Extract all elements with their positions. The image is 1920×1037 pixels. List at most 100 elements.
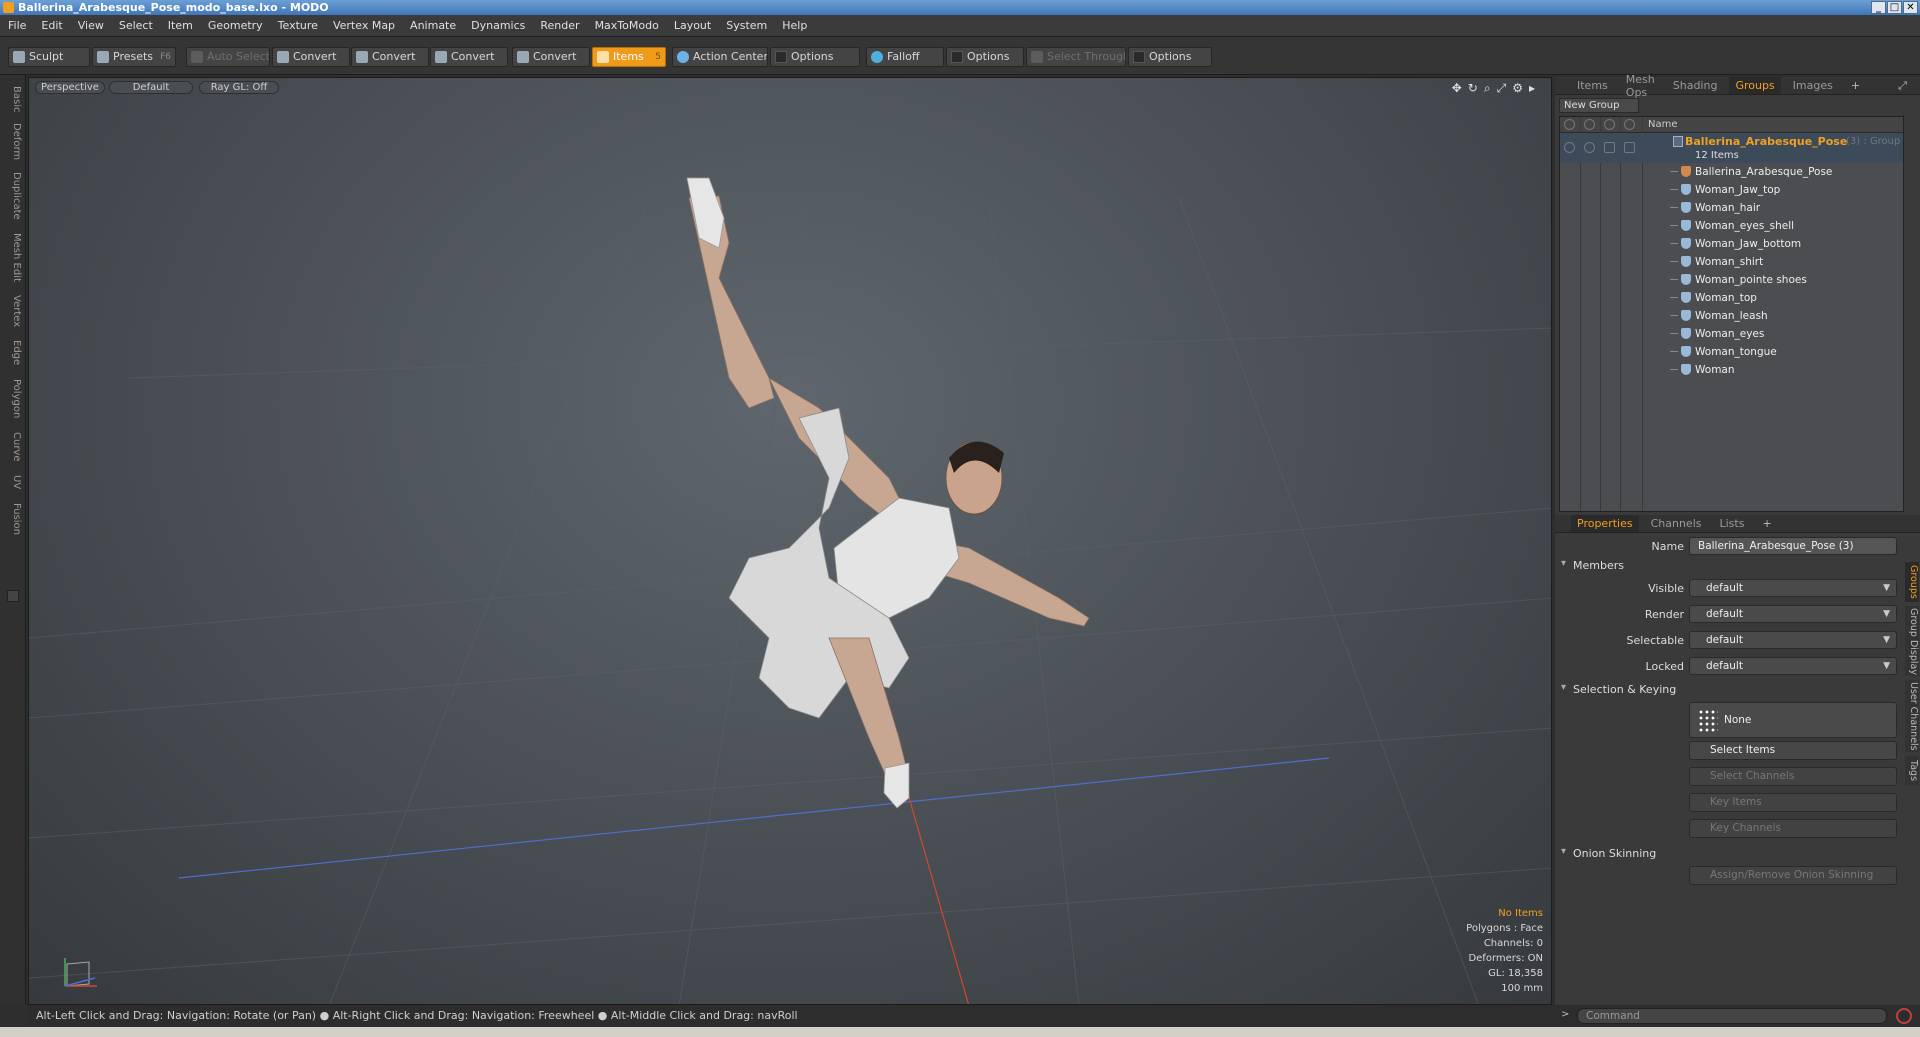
- panel-expand-icon[interactable]: ⤢: [1898, 79, 1907, 93]
- list-item[interactable]: Woman_tongue: [1560, 343, 1903, 361]
- options-checkbox[interactable]: [951, 51, 963, 63]
- list-item[interactable]: Woman_Jaw_bottom: [1560, 235, 1903, 253]
- menu-view[interactable]: View: [78, 19, 104, 32]
- menu-geometry[interactable]: Geometry: [208, 19, 263, 32]
- group-select-checkbox[interactable]: [1604, 142, 1615, 153]
- tab-deform[interactable]: Deform: [4, 121, 22, 163]
- new-group-button[interactable]: New Group: [1559, 98, 1639, 113]
- convert-polygons-button[interactable]: Convert: [430, 47, 508, 67]
- lock-icon[interactable]: [1624, 119, 1635, 130]
- menu-edit[interactable]: Edit: [41, 19, 62, 32]
- list-item[interactable]: Ballerina_Arabesque_Pose: [1560, 163, 1903, 181]
- add-tab-icon[interactable]: +: [1851, 79, 1860, 92]
- group-lock-checkbox[interactable]: [1624, 142, 1635, 153]
- add-tab-icon[interactable]: +: [1762, 517, 1771, 530]
- maximize-viewport-icon[interactable]: ⤢: [1497, 81, 1507, 96]
- action-center-button[interactable]: Action Center: [672, 47, 768, 67]
- menu-maxtomodo[interactable]: MaxToModo: [595, 19, 659, 32]
- tab-shading[interactable]: Shading: [1673, 79, 1718, 92]
- render-dropdown[interactable]: default ▼: [1689, 605, 1897, 623]
- convert-materials-button[interactable]: Convert: [512, 47, 590, 67]
- menu-system[interactable]: System: [726, 19, 767, 32]
- menu-animate[interactable]: Animate: [410, 19, 456, 32]
- select-through-button[interactable]: Select Through: [1026, 47, 1126, 67]
- side-tab-groups[interactable]: Groups: [1905, 562, 1919, 602]
- selection-keying-section[interactable]: Selection & Keying: [1559, 682, 1904, 699]
- tab-fusion[interactable]: Fusion: [4, 499, 22, 539]
- falloff-button[interactable]: Falloff: [866, 47, 944, 67]
- tab-vertex[interactable]: Vertex: [4, 291, 22, 331]
- list-item[interactable]: Woman_eyes_shell: [1560, 217, 1903, 235]
- zoom-icon[interactable]: ⌕: [1484, 81, 1491, 96]
- minimize-icon[interactable]: _: [1871, 1, 1886, 14]
- tab-uv[interactable]: UV: [4, 471, 22, 493]
- menu-texture[interactable]: Texture: [278, 19, 318, 32]
- menu-file[interactable]: File: [8, 19, 26, 32]
- select-channels-button[interactable]: Select Channels: [1689, 767, 1897, 786]
- sculpt-button[interactable]: Sculpt: [8, 47, 90, 67]
- 3d-viewport[interactable]: Perspective Default Ray GL: Off ✥ ↻ ⌕ ⤢ …: [28, 77, 1552, 1005]
- pan-icon[interactable]: ✥: [1452, 81, 1462, 96]
- locked-dropdown[interactable]: default ▼: [1689, 657, 1897, 675]
- list-item[interactable]: Woman_shirt: [1560, 253, 1903, 271]
- list-item[interactable]: Woman_leash: [1560, 307, 1903, 325]
- assign-onion-skinning-button[interactable]: Assign/Remove Onion Skinning: [1689, 866, 1897, 885]
- ballerina-model[interactable]: [686, 177, 1090, 809]
- visibility-eye-icon[interactable]: [1564, 119, 1575, 130]
- view-type-dropdown[interactable]: Perspective: [35, 81, 105, 94]
- key-channels-button[interactable]: Key Channels: [1689, 819, 1897, 838]
- select-lock-icon[interactable]: [1604, 119, 1615, 130]
- close-icon[interactable]: ✕: [1903, 1, 1918, 14]
- menu-help[interactable]: Help: [782, 19, 807, 32]
- tab-groups[interactable]: Groups: [1729, 77, 1781, 94]
- list-item[interactable]: Woman_Jaw_top: [1560, 181, 1903, 199]
- maximize-icon[interactable]: □: [1887, 1, 1902, 14]
- viewport-gear-icon[interactable]: ⚙: [1512, 81, 1523, 96]
- list-item[interactable]: Woman_hair: [1560, 199, 1903, 217]
- selectable-dropdown[interactable]: default ▼: [1689, 631, 1897, 649]
- options-checkbox[interactable]: [1133, 51, 1145, 63]
- menu-layout[interactable]: Layout: [674, 19, 711, 32]
- render-icon[interactable]: [1584, 119, 1595, 130]
- convert-vertices-button[interactable]: Convert: [272, 47, 350, 67]
- group-render-icon[interactable]: [1584, 142, 1595, 153]
- viewport-menu-arrow-icon[interactable]: ▸: [1529, 81, 1535, 96]
- menu-item[interactable]: Item: [168, 19, 193, 32]
- tab-lists[interactable]: Lists: [1720, 517, 1745, 530]
- side-tab-user-channels[interactable]: User Channels: [1905, 680, 1919, 752]
- group-row[interactable]: Ballerina_Arabesque_Pose (3) : Group 12 …: [1560, 133, 1903, 163]
- tab-basic[interactable]: Basic: [4, 81, 22, 117]
- list-item[interactable]: Woman_pointe shoes: [1560, 271, 1903, 289]
- menu-vertex-map[interactable]: Vertex Map: [333, 19, 395, 32]
- tab-polygon[interactable]: Polygon: [4, 375, 22, 423]
- tab-items[interactable]: Items: [1577, 79, 1608, 92]
- menu-render[interactable]: Render: [540, 19, 579, 32]
- list-item[interactable]: Woman: [1560, 361, 1903, 379]
- tab-properties[interactable]: Properties: [1571, 515, 1639, 532]
- select-items-button[interactable]: Select Items: [1689, 741, 1897, 760]
- visible-dropdown[interactable]: default ▼: [1689, 579, 1897, 597]
- falloff-options-button[interactable]: Options: [946, 47, 1024, 67]
- group-visibility-icon[interactable]: [1564, 142, 1575, 153]
- members-section[interactable]: Members: [1559, 558, 1904, 575]
- stop-icon[interactable]: [1896, 1008, 1912, 1024]
- menu-dynamics[interactable]: Dynamics: [471, 19, 525, 32]
- side-tab-tags[interactable]: Tags: [1905, 756, 1919, 786]
- tab-edge[interactable]: Edge: [4, 337, 22, 369]
- action-center-options-button[interactable]: Options: [770, 47, 860, 67]
- none-button[interactable]: None: [1689, 702, 1897, 738]
- shading-dropdown[interactable]: Default: [109, 81, 193, 94]
- command-input[interactable]: Command: [1577, 1008, 1887, 1024]
- tab-mesh-ops[interactable]: Mesh Ops: [1626, 73, 1655, 99]
- tab-channels[interactable]: Channels: [1651, 517, 1702, 530]
- expand-toolbox-button[interactable]: [7, 590, 19, 602]
- list-item[interactable]: Woman_eyes: [1560, 325, 1903, 343]
- tab-curve[interactable]: Curve: [4, 429, 22, 465]
- side-tab-group-display[interactable]: Group Display: [1905, 606, 1919, 676]
- tab-mesh-edit[interactable]: Mesh Edit: [4, 229, 22, 285]
- rotate-icon[interactable]: ↻: [1468, 81, 1478, 96]
- convert-edges-button[interactable]: Convert: [351, 47, 429, 67]
- menu-select[interactable]: Select: [119, 19, 153, 32]
- presets-button[interactable]: Presets F6: [92, 47, 176, 67]
- auto-select-button[interactable]: Auto Select: [186, 47, 270, 67]
